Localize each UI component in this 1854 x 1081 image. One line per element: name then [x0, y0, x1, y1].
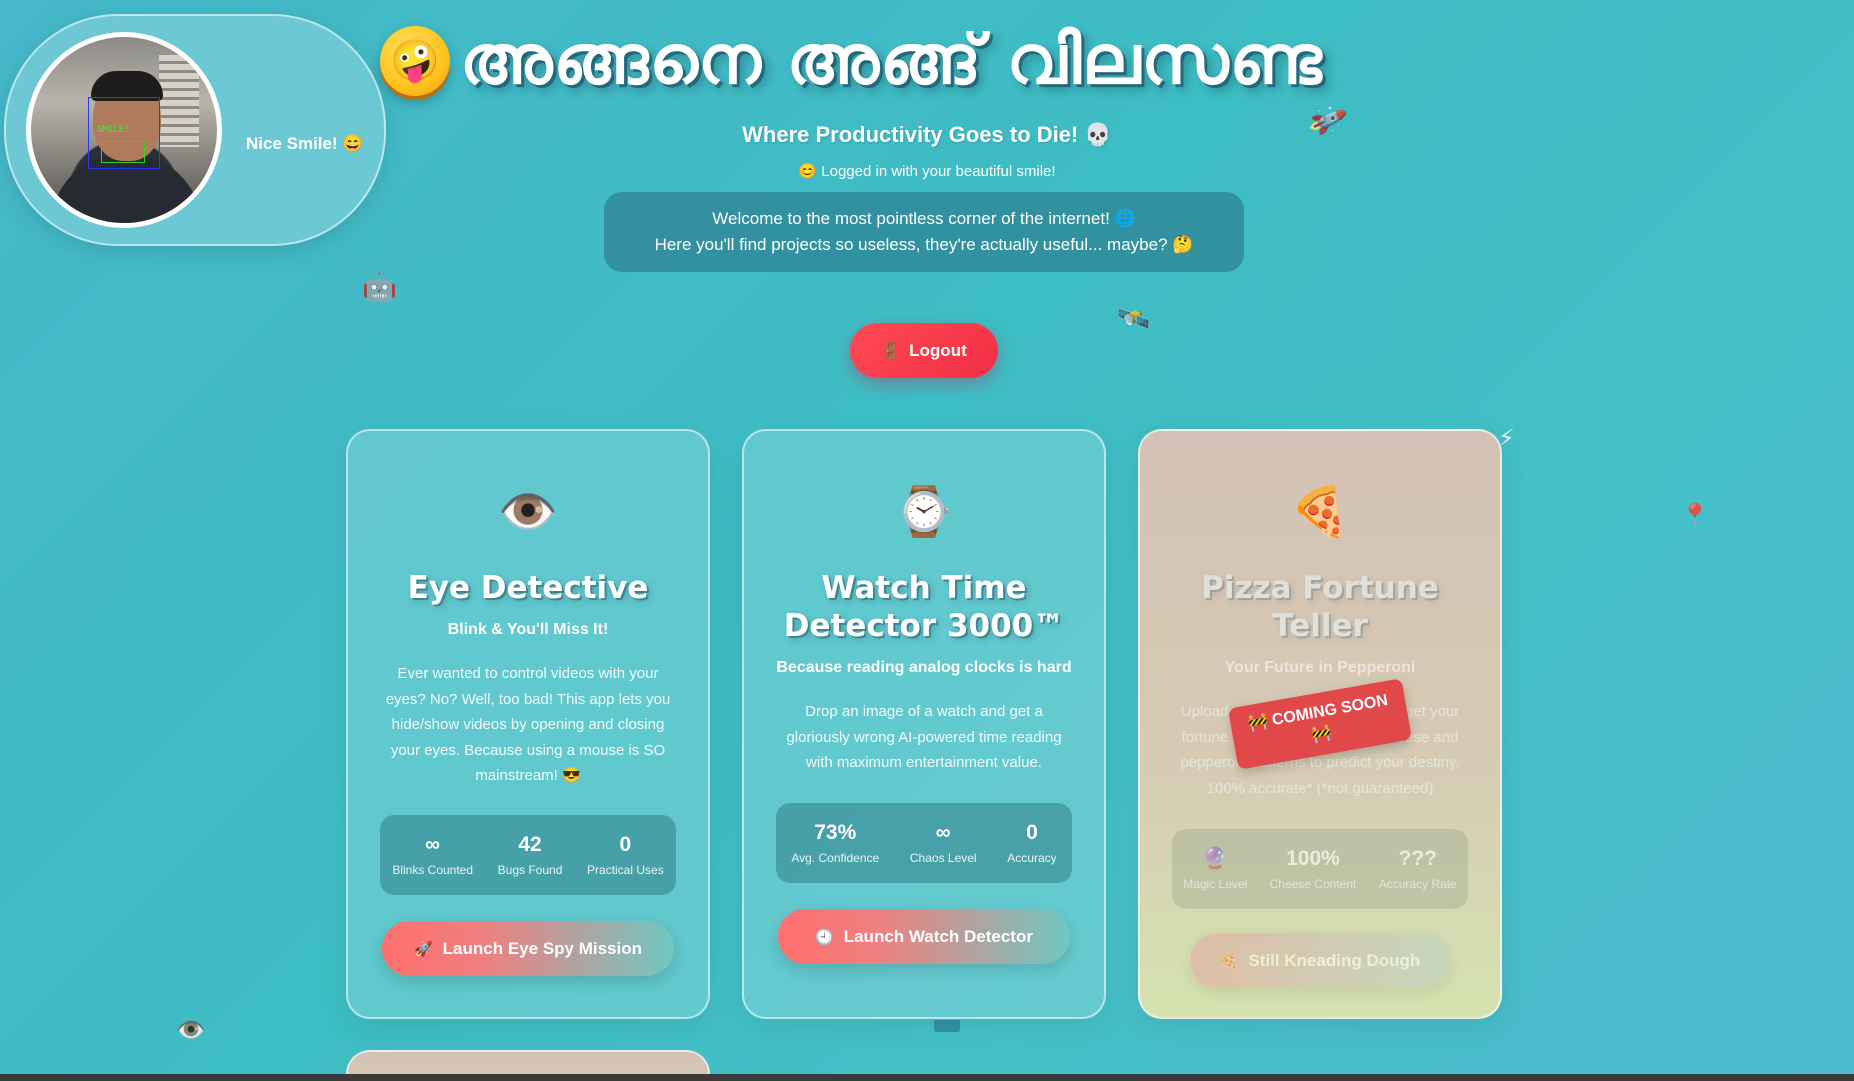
button-label: Still Kneading Dough — [1248, 950, 1421, 970]
stat-value: 100% — [1286, 847, 1340, 870]
stat-item: 0 Practical Uses — [587, 833, 664, 877]
card-description: Ever wanted to control videos with your … — [385, 665, 671, 784]
card-tagline: Because reading analog clocks is hard — [776, 659, 1072, 676]
page: SMILE! Nice Smile! 😄 🤪 അങ്ങനെ അങ്ങ് വിലസ… — [0, 0, 1854, 1081]
stat-value: ∞ — [935, 821, 951, 844]
stat-value: 0 — [1026, 821, 1038, 844]
bottom-bar — [0, 1074, 1854, 1081]
page-header: 🤪 അങ്ങനെ അങ്ങ് വിലസണ്ട — [380, 6, 1520, 116]
launch-watch-detector-button[interactable]: 🕘 Launch Watch Detector — [778, 909, 1070, 964]
logout-button[interactable]: 🚪 Logout — [850, 323, 998, 378]
card-stats: ∞ Blinks Counted 42 Bugs Found 0 Practic… — [380, 815, 676, 895]
stat-item: 100% Cheese Content — [1270, 847, 1357, 891]
project-card-eye-detective: 👁️ Eye Detective Blink & You'll Miss It!… — [346, 429, 710, 1019]
stat-label: Magic Level — [1183, 877, 1248, 891]
door-icon: 🚪 — [881, 342, 902, 360]
stat-label: Accuracy — [1007, 851, 1057, 865]
stat-item: ∞ Blinks Counted — [392, 833, 473, 877]
zany-face-icon: 🤪 — [380, 26, 450, 96]
map-pin-icon: 📍 — [1680, 502, 1710, 530]
stat-item: ∞ Chaos Level — [910, 821, 977, 865]
login-status: 😊 Logged in with your beautiful smile! — [798, 163, 1056, 180]
stat-label: Practical Uses — [587, 863, 664, 877]
card-stats: 73% Avg. Confidence ∞ Chaos Level 0 Accu… — [776, 803, 1072, 883]
welcome-line-1: Welcome to the most pointless corner of … — [712, 209, 1136, 228]
card-description: Drop an image of a watch and get a glori… — [786, 703, 1062, 771]
stat-value: 73% — [814, 821, 857, 844]
satellite-icon: 🛰️ — [1116, 302, 1151, 335]
card-tagline: Your Future in Pepperoni — [1224, 659, 1416, 676]
page-subtitle: Where Productivity Goes to Die! 💀 — [742, 122, 1112, 147]
still-kneading-dough-button[interactable]: 🍕 Still Kneading Dough — [1190, 933, 1450, 988]
page-title: അങ്ങനെ അങ്ങ് വിലസണ്ട — [460, 21, 1323, 100]
logout-label: Logout — [909, 340, 967, 360]
stat-label: Avg. Confidence — [791, 851, 880, 865]
crystal-ball-icon: 🔮 — [1202, 847, 1229, 870]
card-title: Pizza Fortune Teller — [1201, 570, 1439, 644]
stat-label: Accuracy Rate — [1378, 877, 1457, 891]
eye-icon: 👁️ — [176, 1016, 206, 1044]
pizza-icon: 🍕 — [1290, 483, 1350, 540]
stat-item: 73% Avg. Confidence — [791, 821, 879, 865]
stat-label: Bugs Found — [497, 863, 563, 877]
card-title: Watch Time Detector 3000™ — [783, 570, 1065, 644]
button-label: Launch Eye Spy Mission — [442, 938, 642, 958]
card-stats: 🔮 Magic Level 100% Cheese Content ??? Ac… — [1172, 829, 1468, 909]
stat-value: ??? — [1398, 847, 1437, 870]
welcome-line-2: Here you'll find projects so useless, th… — [654, 235, 1194, 254]
stat-item: 0 Accuracy — [1007, 821, 1056, 865]
watch-icon: ⌚ — [894, 483, 954, 540]
stat-value: 0 — [619, 833, 632, 856]
stat-value: 42 — [518, 833, 542, 856]
project-card-watch-detector: ⌚ Watch Time Detector 3000™ Because read… — [742, 429, 1106, 1019]
project-card-pizza-fortune: 🍕 Pizza Fortune Teller Your Future in Pe… — [1138, 429, 1502, 1019]
launch-eye-spy-button[interactable]: 🚀 Launch Eye Spy Mission — [382, 921, 674, 976]
welcome-message: Welcome to the most pointless corner of … — [604, 192, 1244, 272]
stat-item: 🔮 Magic Level — [1183, 847, 1247, 891]
button-label: Launch Watch Detector — [843, 926, 1033, 946]
stat-label: Chaos Level — [909, 851, 977, 865]
pizza-icon: 🍕 — [1219, 952, 1239, 970]
rocket-icon: 🚀 — [413, 940, 433, 958]
robot-icon: 🤖 — [362, 270, 397, 303]
stat-item: ??? Accuracy Rate — [1379, 847, 1457, 891]
stat-value: ∞ — [425, 833, 441, 856]
card-title: Eye Detective — [407, 570, 649, 606]
eye-icon: 👁️ — [498, 483, 558, 540]
clock-icon: 🕘 — [815, 928, 834, 946]
stat-item: 42 Bugs Found — [498, 833, 563, 877]
stat-label: Cheese Content — [1269, 877, 1357, 891]
card-tagline: Blink & You'll Miss It! — [447, 621, 609, 638]
scroll-tab — [934, 1020, 960, 1032]
stat-label: Blinks Counted — [392, 863, 474, 877]
